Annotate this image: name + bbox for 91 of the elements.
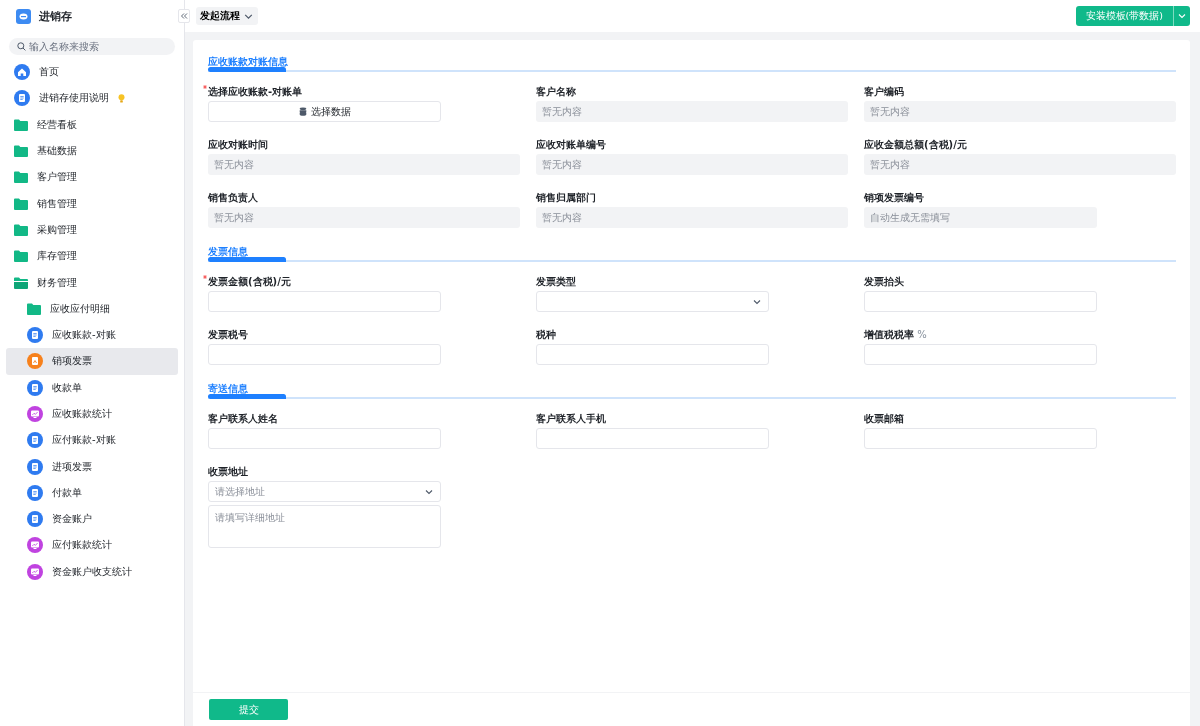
readonly-field: 暂无内容 bbox=[536, 154, 848, 175]
document-icon bbox=[14, 90, 30, 107]
section-title: 寄送信息 bbox=[208, 382, 249, 394]
input-field[interactable] bbox=[536, 344, 769, 365]
input-field[interactable] bbox=[536, 428, 769, 449]
field-label: 客户联系人姓名 bbox=[208, 412, 279, 424]
sidebar-item[interactable]: 销项发票 bbox=[6, 348, 178, 375]
field-label: 应收对账单编号 bbox=[536, 138, 607, 150]
readonly-field: 暂无内容 bbox=[208, 207, 520, 228]
sidebar-item[interactable]: 应收账款-对账 bbox=[6, 321, 178, 349]
sidebar-item[interactable]: 库存管理 bbox=[6, 243, 178, 270]
input-field[interactable] bbox=[864, 428, 1097, 449]
flow-menu-button[interactable]: 发起流程 bbox=[196, 7, 258, 25]
database-icon bbox=[298, 107, 307, 116]
field-label: 发票税号 bbox=[208, 328, 249, 340]
document-icon bbox=[27, 379, 43, 396]
search-field[interactable]: 输入名称来搜索 bbox=[9, 38, 175, 55]
sidebar-item[interactable]: 进销存使用说明 bbox=[6, 85, 178, 112]
field-label: 销售负责人 bbox=[208, 191, 259, 203]
home-icon bbox=[14, 64, 30, 81]
folder-icon bbox=[14, 197, 28, 210]
sidebar-item[interactable]: 经营看板 bbox=[6, 111, 178, 138]
folder-icon bbox=[14, 223, 28, 236]
sidebar-item[interactable]: 应收账款统计 bbox=[6, 400, 178, 428]
sidebar-item[interactable]: 应付账款-对账 bbox=[6, 427, 178, 454]
field-label: 发票金额(含税)/元 bbox=[208, 275, 520, 287]
app-logo-icon bbox=[16, 8, 31, 24]
field-label: 销项发票编号 bbox=[864, 191, 925, 203]
readonly-field: 暂无内容 bbox=[864, 101, 1176, 122]
folder-icon bbox=[14, 118, 28, 131]
sidebar-item[interactable]: 资金账户 bbox=[6, 506, 178, 533]
field-label: 客户名称 bbox=[536, 85, 577, 97]
select-field[interactable] bbox=[536, 291, 769, 312]
input-field[interactable] bbox=[208, 344, 441, 365]
document-icon bbox=[27, 327, 43, 344]
field-label: 收票地址 bbox=[208, 465, 249, 477]
section-title: 发票信息 bbox=[208, 245, 249, 257]
document-icon bbox=[27, 511, 43, 528]
sidebar-item[interactable]: 资金账户收支统计 bbox=[6, 558, 178, 585]
folder-icon bbox=[27, 302, 41, 315]
select-data-button[interactable]: 选择数据 bbox=[208, 101, 441, 122]
field-label: 收票邮箱 bbox=[864, 412, 905, 424]
field-label: 客户编码 bbox=[864, 85, 905, 97]
input-field[interactable] bbox=[864, 344, 1097, 365]
sidebar-item[interactable]: 采购管理 bbox=[6, 216, 178, 244]
input-field[interactable] bbox=[864, 291, 1097, 312]
sidebar-item[interactable]: 销售管理 bbox=[6, 190, 178, 217]
field-label: 增值税税率 % bbox=[864, 328, 928, 340]
sidebar-item[interactable]: 收款单 bbox=[6, 374, 178, 401]
folder-icon bbox=[14, 145, 28, 158]
sidebar-item[interactable]: 进项发票 bbox=[6, 453, 178, 480]
address-textarea[interactable]: 请填写详细地址 bbox=[208, 505, 441, 548]
sidebar-item[interactable]: 首页 bbox=[6, 59, 178, 86]
chevron-down-icon bbox=[1177, 11, 1187, 21]
document-icon bbox=[27, 458, 43, 475]
chart-icon bbox=[27, 406, 43, 422]
double-chevron-left-icon bbox=[180, 12, 188, 20]
receipt-icon bbox=[27, 353, 43, 370]
search-icon bbox=[17, 42, 26, 51]
field-label: 销售归属部门 bbox=[536, 191, 597, 203]
sidebar-item[interactable]: 应付账款统计 bbox=[6, 532, 178, 559]
field-label: 发票抬头 bbox=[864, 275, 905, 287]
sidebar-item[interactable]: 客户管理 bbox=[6, 164, 178, 191]
readonly-field: 暂无内容 bbox=[536, 101, 848, 122]
field-label: 应收金额总额(含税)/元 bbox=[864, 138, 968, 150]
document-icon bbox=[27, 484, 43, 501]
chart-icon bbox=[27, 563, 43, 580]
readonly-field: 暂无内容 bbox=[864, 154, 1176, 175]
sidebar-item[interactable]: 财务管理 bbox=[6, 269, 178, 296]
sidebar-item[interactable]: 付款单 bbox=[6, 479, 178, 507]
chart-icon bbox=[27, 537, 43, 554]
field-label: 客户联系人手机 bbox=[536, 412, 607, 424]
sidebar-item[interactable]: 应收应付明细 bbox=[6, 295, 178, 322]
sidebar-item[interactable]: 基础数据 bbox=[6, 137, 178, 165]
document-icon bbox=[27, 432, 43, 449]
dropdown-button[interactable] bbox=[1173, 6, 1190, 26]
readonly-field: 自动生成无需填写 bbox=[864, 207, 1097, 228]
app-title: 进销存 bbox=[39, 8, 72, 24]
folder-icon bbox=[14, 250, 28, 263]
address-select[interactable]: 请选择地址 bbox=[208, 481, 441, 502]
field-label: 税种 bbox=[536, 328, 557, 340]
field-label: 应收对账时间 bbox=[208, 138, 269, 150]
readonly-field: 暂无内容 bbox=[536, 207, 848, 228]
input-field[interactable] bbox=[208, 291, 441, 312]
folder-icon bbox=[14, 171, 28, 184]
section-title: 应收账款对账信息 bbox=[208, 55, 289, 67]
field-label: 发票类型 bbox=[536, 275, 577, 287]
readonly-field: 暂无内容 bbox=[208, 154, 520, 175]
field-label: 选择应收账款-对账单 bbox=[208, 85, 520, 97]
collapse-button[interactable] bbox=[178, 9, 190, 23]
input-field[interactable] bbox=[208, 428, 441, 449]
